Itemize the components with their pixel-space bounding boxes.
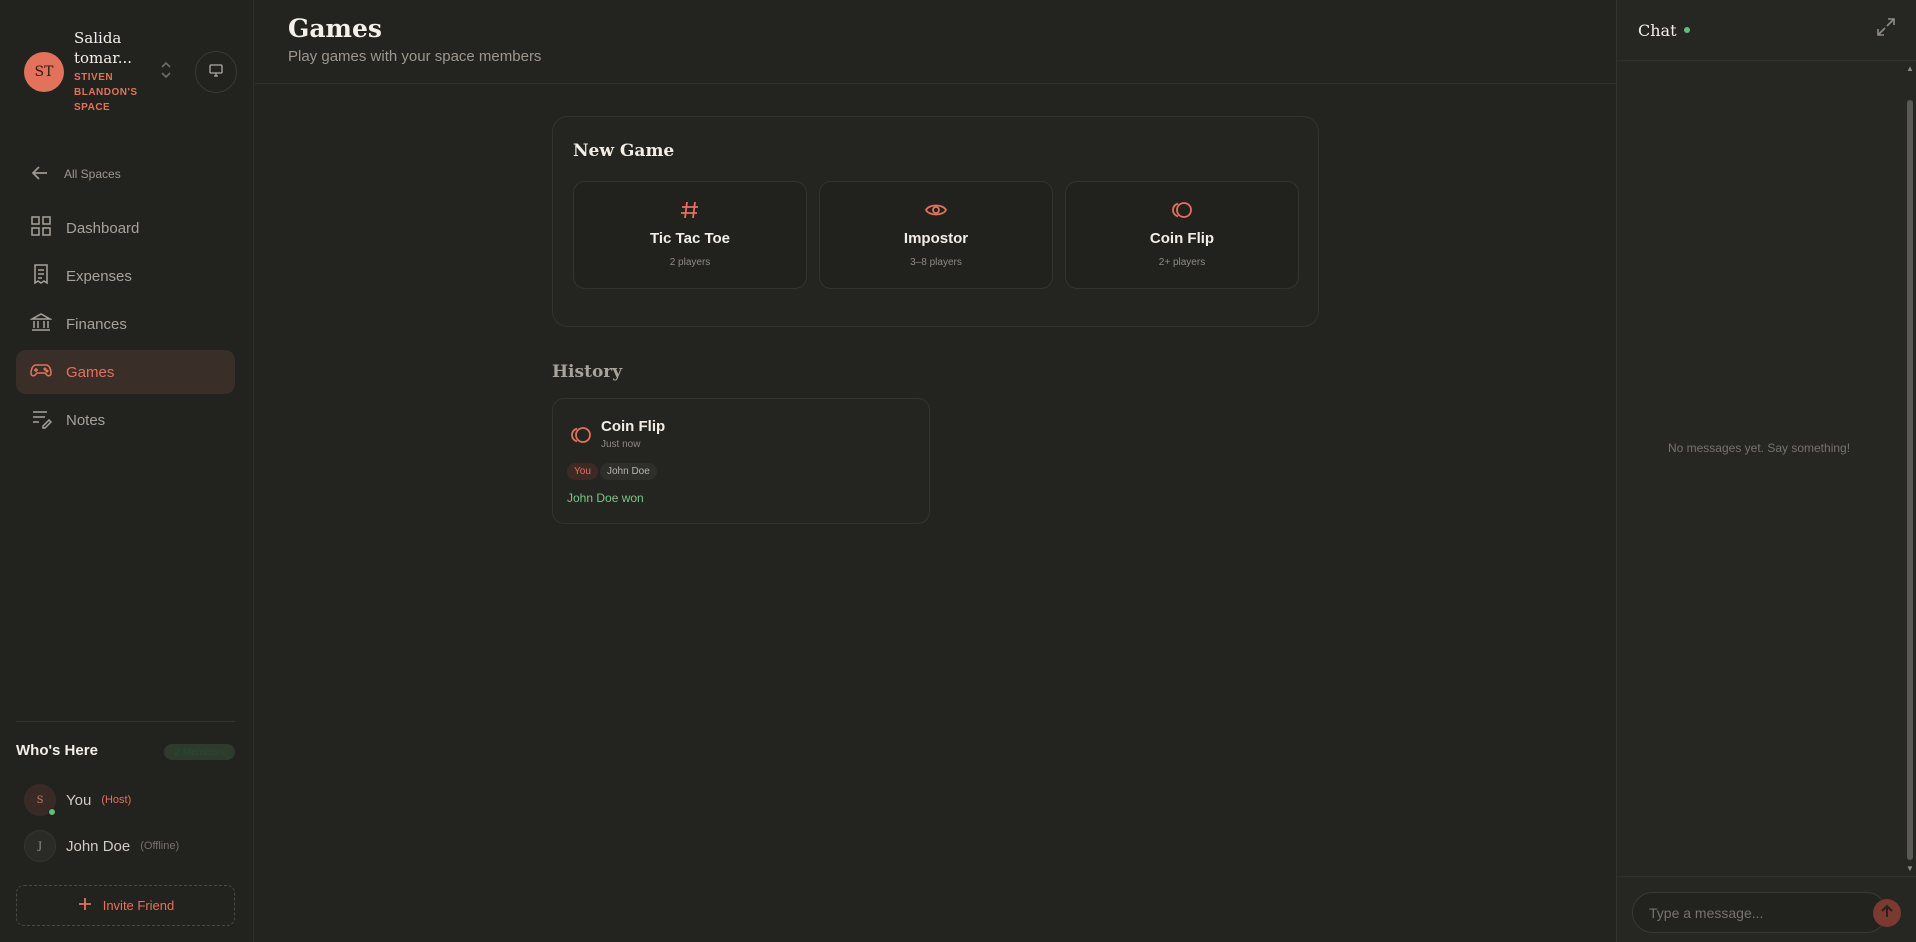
member-item[interactable]: J John Doe (Offline) bbox=[24, 830, 179, 862]
nav-item-games[interactable]: Games bbox=[16, 350, 235, 394]
nav-item-expenses[interactable]: Expenses bbox=[16, 254, 235, 298]
chat-online-dot bbox=[1684, 27, 1690, 33]
member-item[interactable]: S You (Host) bbox=[24, 784, 131, 816]
grid-icon bbox=[30, 215, 52, 241]
player-chip: John Doe bbox=[600, 463, 657, 480]
game-players: 2 players bbox=[669, 257, 711, 268]
history-item[interactable]: Coin Flip Just now You John Doe John Doe… bbox=[552, 398, 930, 524]
game-players: 3–8 players bbox=[910, 257, 962, 268]
notes-icon bbox=[30, 407, 53, 433]
expand-icon[interactable] bbox=[1875, 16, 1897, 38]
nav-label: Finances bbox=[66, 315, 127, 333]
new-game-title: New Game bbox=[573, 141, 675, 161]
online-status-dot bbox=[48, 808, 56, 816]
arrow-left-icon bbox=[30, 163, 50, 186]
space-avatar: ST bbox=[24, 52, 64, 92]
scrollbar-thumb[interactable] bbox=[1907, 100, 1913, 860]
nav-label: Notes bbox=[66, 411, 106, 429]
page-header: Games Play games with your space members bbox=[255, 0, 1616, 84]
nav-item-finances[interactable]: Finances bbox=[16, 302, 235, 346]
main-content: Games Play games with your space members… bbox=[255, 0, 1616, 942]
invite-friend-button[interactable]: Invite Friend bbox=[16, 885, 235, 926]
nav-label: Dashboard bbox=[66, 219, 140, 237]
avatar: S bbox=[24, 784, 56, 816]
scroll-down-icon[interactable]: ▼ bbox=[1906, 864, 1914, 873]
all-spaces-link[interactable]: All Spaces bbox=[30, 162, 121, 186]
member-name: You bbox=[66, 791, 92, 809]
hash-icon bbox=[678, 198, 702, 222]
space-owner: Stiven Blandon's Space bbox=[74, 72, 138, 113]
chat-scrollbar[interactable]: ▲ ▼ bbox=[1905, 64, 1915, 874]
monitor-icon bbox=[208, 62, 224, 83]
member-status-tag: (Offline) bbox=[140, 840, 180, 852]
page-title: Games bbox=[288, 14, 382, 43]
new-game-card: New Game Tic Tac Toe 2 players Impostor … bbox=[552, 116, 1319, 327]
history-result: John Doe won bbox=[567, 491, 644, 505]
game-name: Coin Flip bbox=[1149, 230, 1215, 247]
chat-footer bbox=[1617, 876, 1916, 942]
nav-item-dashboard[interactable]: Dashboard bbox=[16, 206, 235, 250]
arrow-up-icon bbox=[1879, 903, 1895, 924]
receipt-icon bbox=[30, 263, 52, 289]
history-title: History bbox=[552, 362, 623, 382]
game-option-coin-flip[interactable]: Coin Flip 2+ players bbox=[1065, 181, 1299, 289]
avatar-initial: J bbox=[37, 840, 42, 852]
chat-empty-state: No messages yet. Say something! bbox=[1667, 441, 1851, 455]
history-game-name: Coin Flip bbox=[601, 418, 666, 435]
chat-title: Chat bbox=[1638, 21, 1677, 40]
nav-label: Games bbox=[66, 363, 115, 381]
chat-panel: Chat No messages yet. Say something! ▲ ▼ bbox=[1616, 0, 1916, 942]
plus-icon bbox=[77, 896, 93, 915]
scroll-up-icon[interactable]: ▲ bbox=[1906, 64, 1914, 73]
sidebar-divider bbox=[16, 721, 235, 722]
player-chip: You bbox=[567, 463, 598, 480]
nav-item-notes[interactable]: Notes bbox=[16, 398, 235, 442]
all-spaces-label: All Spaces bbox=[64, 167, 121, 181]
coins-icon bbox=[1170, 198, 1194, 222]
chevron-up-down-icon[interactable] bbox=[158, 58, 174, 82]
sidebar: ST Salida tomar... Stiven Blandon's Spac… bbox=[0, 0, 254, 942]
chat-header: Chat bbox=[1617, 0, 1916, 61]
game-players: 2+ players bbox=[1158, 257, 1206, 268]
history-time: Just now bbox=[601, 439, 641, 450]
display-mode-button[interactable] bbox=[195, 51, 237, 93]
game-name: Impostor bbox=[903, 230, 969, 247]
whos-here-title: Who's Here bbox=[16, 742, 98, 759]
eye-icon bbox=[924, 198, 948, 222]
bank-icon bbox=[29, 311, 53, 337]
send-message-button[interactable] bbox=[1873, 899, 1901, 927]
gamepad-icon bbox=[30, 359, 52, 385]
game-option-impostor[interactable]: Impostor 3–8 players bbox=[819, 181, 1053, 289]
space-name: Salida tomar... bbox=[74, 29, 133, 67]
member-role-tag: (Host) bbox=[101, 794, 132, 806]
member-name: John Doe bbox=[66, 837, 131, 855]
avatar: J bbox=[24, 830, 56, 862]
page-subtitle: Play games with your space members bbox=[288, 48, 542, 65]
chat-message-input[interactable] bbox=[1632, 892, 1887, 933]
avatar-initial: S bbox=[36, 794, 44, 806]
nav-label: Expenses bbox=[66, 267, 132, 285]
coins-icon bbox=[569, 423, 593, 447]
space-switcher[interactable]: ST Salida tomar... Stiven Blandon's Spac… bbox=[22, 26, 238, 116]
game-option-tic-tac-toe[interactable]: Tic Tac Toe 2 players bbox=[573, 181, 807, 289]
invite-friend-label: Invite Friend bbox=[102, 898, 175, 913]
game-name: Tic Tac Toe bbox=[649, 230, 731, 247]
members-count-badge: 2 Members bbox=[164, 744, 235, 760]
main-nav: Dashboard Expenses Finances Games Notes bbox=[16, 206, 235, 446]
